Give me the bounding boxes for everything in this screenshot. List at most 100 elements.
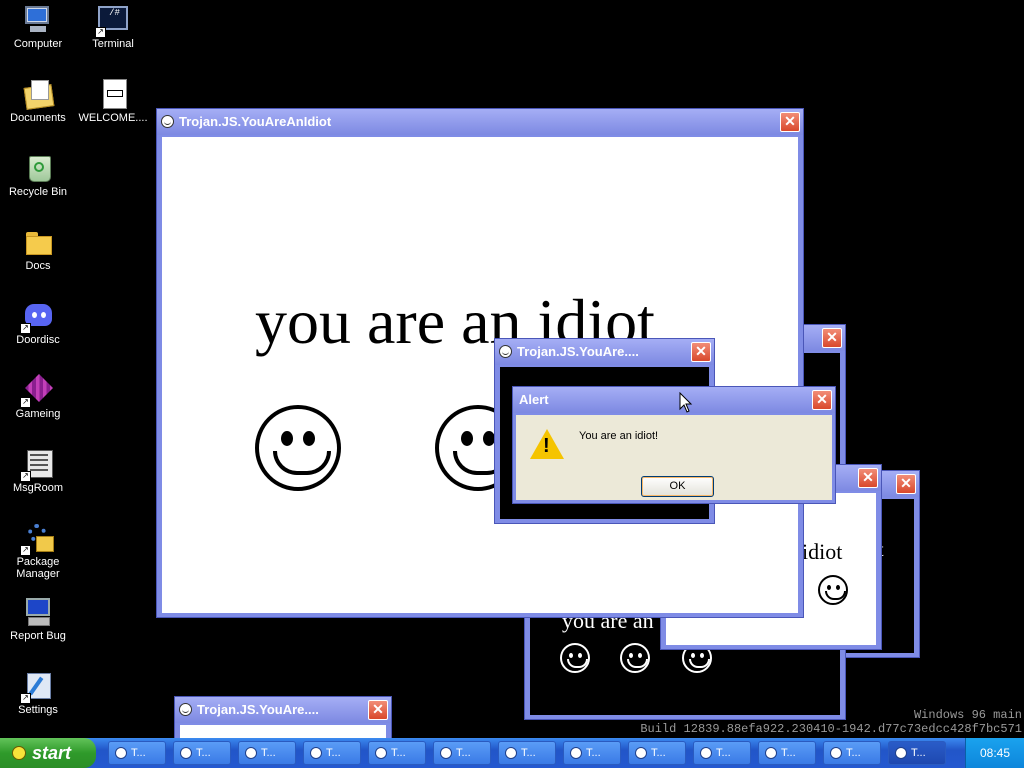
desktop-icon-package-manager[interactable]: ↗ Package Manager [0, 522, 76, 580]
desktop-icon-settings[interactable]: ↗ Settings [0, 670, 76, 716]
window-title: Trojan.JS.YouAre.... [197, 702, 319, 717]
desktop-icon-welcome[interactable]: WELCOME.... [75, 78, 151, 124]
desktop-icon-gameing[interactable]: ↗ Gameing [0, 373, 76, 420]
start-label: start [32, 743, 72, 763]
taskbar-button-label: T... [131, 747, 146, 759]
text-file-icon [97, 78, 129, 110]
close-button[interactable]: ✕ [896, 474, 916, 494]
smiley-task-icon [115, 747, 127, 759]
taskbar-button[interactable]: T... [758, 741, 816, 765]
desktop-icon-label: Docs [25, 260, 51, 272]
desktop-icon-label: Documents [10, 112, 66, 124]
close-button[interactable]: ✕ [822, 328, 842, 348]
smiley-task-icon [895, 747, 907, 759]
taskbar-button[interactable]: T... [693, 741, 751, 765]
report-bug-icon [22, 596, 54, 628]
window-titlebar[interactable]: Trojan.JS.YouAreAnIdiot [157, 109, 803, 135]
shortcut-arrow-icon: ↗ [20, 323, 31, 334]
system-tray-clock: 08:45 [965, 738, 1024, 768]
mouse-cursor-icon [679, 392, 693, 413]
taskbar-button[interactable]: T... [563, 741, 621, 765]
computer-icon [22, 4, 54, 36]
recycle-bin-icon [22, 152, 54, 184]
ok-button[interactable]: OK [641, 476, 714, 497]
close-button[interactable]: ✕ [812, 390, 832, 410]
folder-icon [22, 226, 54, 258]
smiley-task-icon [180, 747, 192, 759]
close-button[interactable]: ✕ [858, 468, 878, 488]
taskbar-button-label: T... [521, 747, 536, 759]
taskbar-button[interactable]: T... [238, 741, 296, 765]
taskbar-button-label: T... [781, 747, 796, 759]
smiley-title-icon [499, 345, 512, 358]
smiley-face-icon [560, 643, 590, 673]
taskbar-button[interactable]: T... [108, 741, 166, 765]
smiley-task-icon [375, 747, 387, 759]
window-title: Trojan.JS.YouAreAnIdiot [179, 114, 332, 129]
smiley-face-icon [620, 643, 650, 673]
desktop-icon-report-bug[interactable]: Report Bug [0, 596, 76, 642]
taskbar-button-label: T... [911, 747, 926, 759]
game-cube-icon: ↗ [20, 373, 54, 408]
desktop-icon-docs[interactable]: Docs [0, 226, 76, 272]
shortcut-arrow-icon: ↗ [20, 693, 31, 704]
taskbar-button[interactable]: T... [498, 741, 556, 765]
smiley-task-icon [830, 747, 842, 759]
start-button[interactable]: start [0, 738, 96, 768]
smiley-task-icon [700, 747, 712, 759]
window-titlebar[interactable]: Trojan.JS.YouAre.... [495, 339, 714, 365]
taskbar-button-label: T... [586, 747, 601, 759]
alert-message: You are an idiot! [579, 430, 659, 442]
window-titlebar[interactable]: Trojan.JS.YouAre.... [175, 697, 391, 723]
taskbar-button[interactable]: T... [628, 741, 686, 765]
idiot-text-fragment: idiot [802, 539, 843, 564]
desktop-icon-doordisc[interactable]: ↗ Doordisc [0, 300, 76, 346]
taskbar-button[interactable]: T... [888, 741, 946, 765]
taskbar-button[interactable]: T... [823, 741, 881, 765]
desktop-icon-label: MsgRoom [12, 482, 64, 494]
desktop-icon-label: Computer [13, 38, 63, 50]
smiley-task-icon [440, 747, 452, 759]
close-button[interactable]: ✕ [368, 700, 388, 720]
taskbar-button[interactable]: T... [368, 741, 426, 765]
desktop-icon-computer[interactable]: Computer [0, 4, 76, 50]
taskbar-button-label: T... [716, 747, 731, 759]
watermark-line2: Build 12839.88efa922.230410-1942.d77c73e… [640, 722, 1022, 736]
shortcut-arrow-icon: ↗ [95, 27, 106, 38]
desktop-icon-label: Doordisc [16, 334, 60, 346]
smiley-title-icon [161, 115, 174, 128]
taskbar-button-label: T... [846, 747, 861, 759]
desktop-icon-label: Package Manager [16, 556, 60, 580]
desktop-icon-msgroom[interactable]: ↗ MsgRoom [0, 448, 76, 494]
terminal-icon: /# ↗ [95, 4, 129, 38]
smiley-task-icon [505, 747, 517, 759]
smiley-task-icon [310, 747, 322, 759]
smiley-face-icon [818, 575, 848, 605]
taskbar: start T... T... T... T... T... T... T... T... T.… [0, 738, 1024, 768]
desktop-icon-label: Report Bug [10, 630, 66, 642]
desktop-icon-terminal[interactable]: /# ↗ Terminal [75, 4, 151, 50]
desktop-icon-recycle-bin[interactable]: Recycle Bin [0, 152, 76, 198]
taskbar-button[interactable]: T... [173, 741, 231, 765]
alert-body: ! You are an idiot! OK [516, 415, 832, 500]
shortcut-arrow-icon: ↗ [20, 471, 31, 482]
taskbar-button-label: T... [261, 747, 276, 759]
close-button[interactable]: ✕ [780, 112, 800, 132]
msgroom-icon: ↗ [20, 448, 54, 482]
window-title: Trojan.JS.YouAre.... [517, 344, 639, 359]
taskbar-button[interactable]: T... [433, 741, 491, 765]
documents-icon [22, 78, 55, 110]
alert-titlebar[interactable]: Alert [513, 387, 835, 413]
desktop-icon-label: Settings [18, 704, 58, 716]
desktop-icon-label: WELCOME.... [78, 112, 148, 124]
taskbar-button[interactable]: T... [303, 741, 361, 765]
discord-icon: ↗ [20, 300, 54, 334]
warning-icon: ! [530, 429, 564, 459]
smiley-title-icon [179, 703, 192, 716]
desktop-icon-documents[interactable]: Documents [0, 78, 76, 124]
close-button[interactable]: ✕ [691, 342, 711, 362]
desktop-icon-label: Recycle Bin [8, 186, 68, 198]
alert-dialog[interactable]: Alert ✕ ! You are an idiot! OK [512, 386, 836, 504]
build-watermark: Windows 96 main Build 12839.88efa922.230… [640, 708, 1022, 736]
alert-title: Alert [519, 392, 549, 407]
